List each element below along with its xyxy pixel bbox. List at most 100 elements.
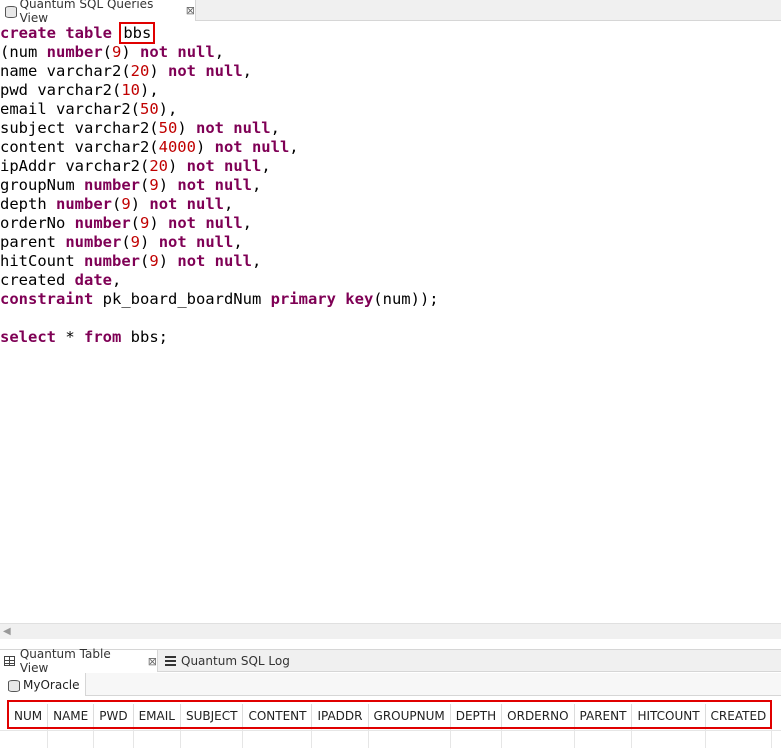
column-header[interactable]: CREATED (705, 704, 773, 728)
sql-text: , (252, 252, 262, 270)
code-line[interactable]: created date, (0, 271, 781, 290)
editor-tab-bar: Quantum SQL Queries View ⊠ (0, 0, 781, 25)
sql-keyword: not null (168, 62, 243, 80)
column-header[interactable]: CONTENT (242, 704, 313, 728)
sql-text: ), (140, 81, 159, 99)
sql-text: subject varchar2( (0, 119, 159, 137)
code-line[interactable]: content varchar2(4000) not null, (0, 138, 781, 157)
code-line[interactable]: parent number(9) not null, (0, 233, 781, 252)
code-line[interactable]: create table bbs (0, 22, 781, 44)
sql-editor[interactable]: create table bbs (num number(9) not null,… (0, 22, 781, 622)
table-cell[interactable] (574, 727, 633, 748)
sql-text: orderNo (0, 214, 75, 232)
code-line[interactable]: depth number(9) not null, (0, 195, 781, 214)
sql-number: 20 (130, 62, 150, 80)
code-line[interactable]: select * from bbs; (0, 328, 781, 347)
column-header[interactable]: ORDERNO (501, 704, 575, 728)
sql-text: ) (121, 43, 141, 61)
sql-number: 10 (121, 81, 140, 99)
sql-keyword: from (84, 328, 122, 346)
sql-keyword: constraint (0, 290, 94, 308)
table-cell[interactable] (133, 727, 181, 748)
results-table: NUM NAME PWD EMAIL SUBJECT CONTENT IPADDR GROUP… (9, 704, 773, 748)
code-line[interactable]: subject varchar2(50) not null, (0, 119, 781, 138)
sql-keyword: primary key (270, 290, 374, 308)
sql-text: ) (149, 62, 168, 80)
scroll-left-arrow-icon[interactable]: ◀ (3, 626, 11, 637)
tab-quantum-sql-queries-view[interactable]: Quantum SQL Queries View ⊠ (0, 0, 196, 25)
table-cell[interactable] (450, 727, 503, 748)
sql-text: ) (158, 252, 178, 270)
code-line[interactable] (0, 309, 781, 328)
tab-quantum-table-view[interactable]: Quantum Table View ⊠ (0, 647, 158, 675)
table-cell[interactable] (311, 727, 369, 748)
sql-text: ( (112, 195, 122, 213)
code-line[interactable]: constraint pk_board_boardNum primary key… (0, 290, 781, 309)
column-header[interactable]: NAME (47, 704, 95, 728)
sql-keyword: not null (140, 43, 215, 61)
table-cell[interactable] (93, 727, 134, 748)
table-cell[interactable] (47, 727, 95, 748)
sql-text: ( (140, 176, 150, 194)
sql-number: 9 (140, 214, 150, 232)
grid-line (0, 730, 781, 731)
table-cell[interactable] (631, 727, 706, 748)
code-line[interactable]: (num number(9) not null, (0, 43, 781, 62)
sql-text: ) (167, 157, 187, 175)
close-icon[interactable]: ⊠ (148, 655, 157, 668)
sql-keyword: date (74, 271, 112, 289)
sql-number: 50 (158, 119, 178, 137)
table-cell[interactable] (180, 727, 244, 748)
sql-text: ( (102, 43, 113, 61)
column-header[interactable]: NUM (9, 704, 49, 728)
code-line[interactable]: pwd varchar2(10), (0, 81, 781, 100)
sql-text: ), (158, 100, 178, 118)
sql-text: ( (140, 252, 150, 270)
column-header[interactable]: DEPTH (450, 704, 503, 728)
column-header[interactable]: PARENT (574, 704, 633, 728)
sql-number: 9 (130, 233, 141, 251)
column-header[interactable]: IPADDR (311, 704, 369, 728)
sql-text: , (242, 62, 252, 80)
column-header[interactable]: GROUPNUM (368, 704, 451, 728)
code-line[interactable]: ipAddr varchar2(20) not null, (0, 157, 781, 176)
connection-tab-bar: MyOracle (0, 673, 781, 696)
sql-keyword: not null (149, 195, 225, 213)
table-row[interactable] (9, 727, 773, 748)
sql-text: pk_board_boardNum (93, 290, 271, 308)
sql-text: ) (177, 119, 196, 137)
sql-number: 9 (149, 252, 159, 270)
sql-number: 9 (149, 176, 159, 194)
table-cell[interactable] (705, 727, 773, 748)
column-header[interactable]: PWD (93, 704, 134, 728)
tab-label: Quantum Table View (19, 647, 111, 675)
tab-connection-myoracle[interactable]: MyOracle (0, 673, 86, 696)
code-line[interactable]: name varchar2(20) not null, (0, 62, 781, 81)
sql-text: ( (121, 233, 131, 251)
code-line[interactable]: email varchar2(50), (0, 100, 781, 119)
sql-text: , (261, 157, 271, 175)
sql-keyword: not null (177, 252, 253, 270)
table-cell[interactable] (242, 727, 313, 748)
code-line[interactable]: hitCount number(9) not null, (0, 252, 781, 271)
sql-keyword: select (0, 328, 56, 346)
sql-text: ) (158, 176, 178, 194)
column-header[interactable]: SUBJECT (180, 704, 244, 728)
column-header[interactable]: EMAIL (133, 704, 181, 728)
table-cell[interactable] (9, 727, 49, 748)
horizontal-scrollbar[interactable]: ◀ (0, 623, 781, 639)
close-icon[interactable]: ⊠ (186, 4, 195, 17)
code-line[interactable]: orderNo number(9) not null, (0, 214, 781, 233)
sql-number: 9 (121, 195, 131, 213)
sql-keyword: number (84, 252, 140, 270)
sql-keyword: create table (0, 24, 112, 42)
tab-quantum-sql-log[interactable]: Quantum SQL Log (163, 650, 290, 672)
sql-number: 20 (149, 157, 168, 175)
sql-text: , (270, 119, 280, 137)
sql-keyword: not null (214, 138, 290, 156)
sql-text: * (56, 328, 84, 346)
table-cell[interactable] (368, 727, 451, 748)
code-line[interactable]: groupNum number(9) not null, (0, 176, 781, 195)
column-header[interactable]: HITCOUNT (631, 704, 706, 728)
table-cell[interactable] (501, 727, 575, 748)
